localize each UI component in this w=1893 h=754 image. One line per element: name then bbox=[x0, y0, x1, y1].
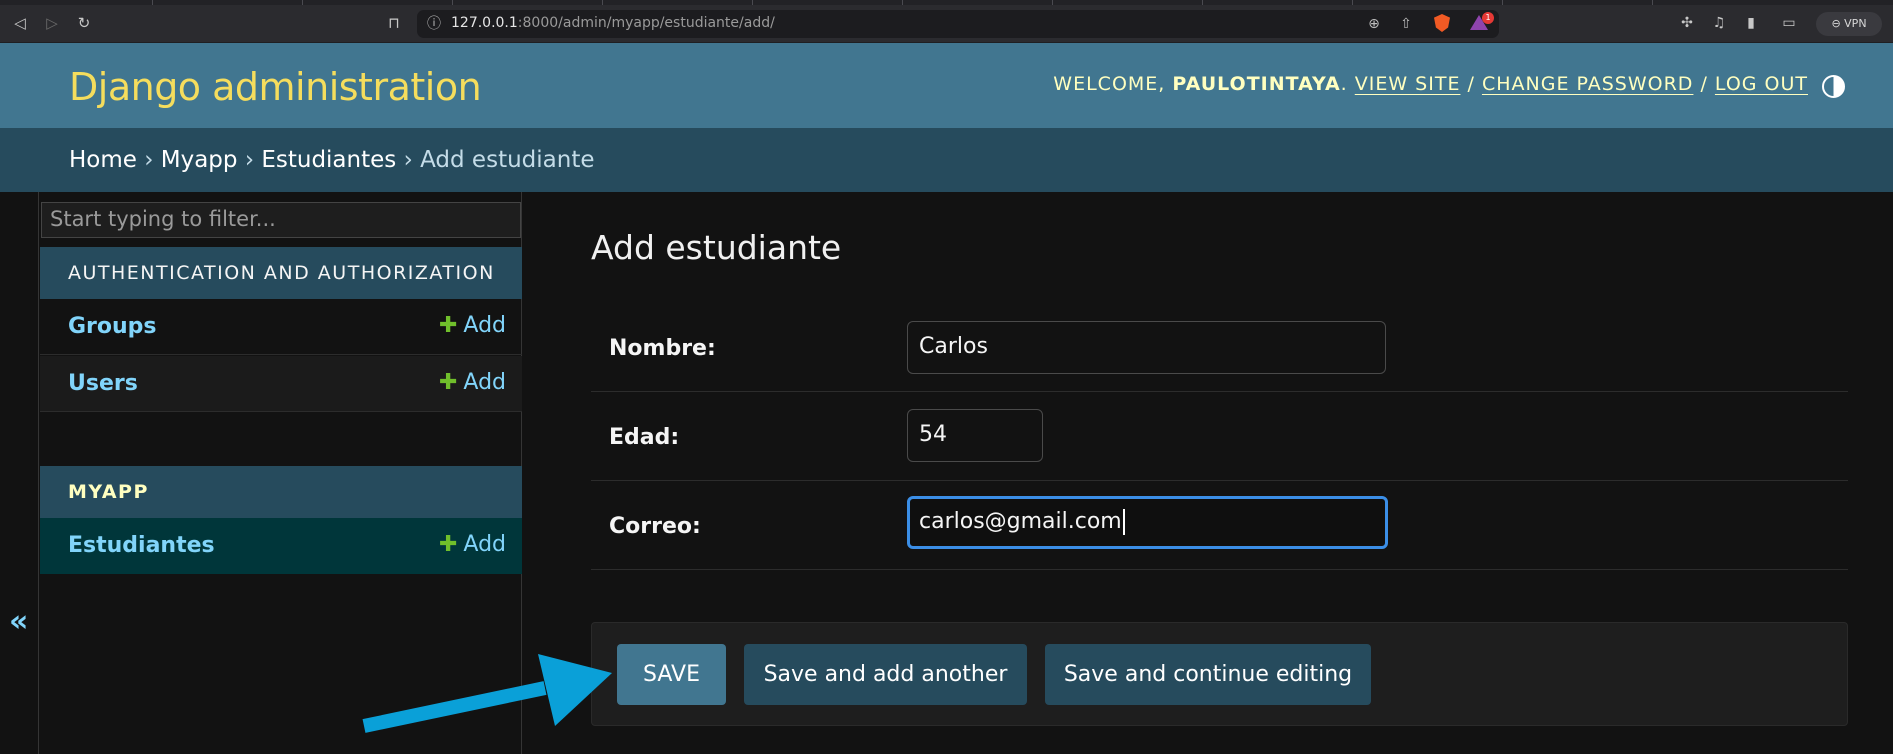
site-title[interactable]: Django administration bbox=[69, 65, 482, 109]
reload-icon[interactable]: ↻ bbox=[75, 14, 93, 32]
site-info-icon[interactable]: ⓘ bbox=[425, 15, 443, 33]
add-icon: ✚ bbox=[438, 532, 458, 557]
forward-icon[interactable]: ▷ bbox=[43, 14, 61, 32]
zoom-icon[interactable]: ⊕ bbox=[1365, 15, 1383, 33]
back-icon[interactable]: ◁ bbox=[11, 14, 29, 32]
groups-link[interactable]: Groups bbox=[68, 314, 157, 339]
browser-window: ◁ ▷ ↻ ⊓ ⓘ 127.0.0.1:8000/admin/myapp/est… bbox=[0, 0, 1893, 754]
correo-input[interactable]: carlos@gmail.com bbox=[907, 496, 1388, 549]
save-add-another-button[interactable]: Save and add another bbox=[744, 644, 1027, 705]
form-row-correo: Correo: carlos@gmail.com bbox=[591, 481, 1848, 570]
share-icon[interactable]: ⇧ bbox=[1397, 15, 1415, 33]
page-title: Add estudiante bbox=[591, 228, 842, 267]
media-icon[interactable]: ♫ bbox=[1710, 14, 1728, 32]
admin-header: Django administration WELCOME, PAULOTINT… bbox=[0, 43, 1893, 128]
nombre-input[interactable]: Carlos bbox=[907, 321, 1386, 374]
users-link[interactable]: Users bbox=[68, 371, 138, 396]
add-icon: ✚ bbox=[438, 313, 458, 338]
module-caption-myapp[interactable]: MYAPP bbox=[40, 466, 522, 518]
vpn-button[interactable]: ⊖ VPN bbox=[1816, 12, 1882, 36]
sidebar-item-users: Users ✚ Add bbox=[40, 356, 522, 412]
users-add-link[interactable]: ✚ Add bbox=[439, 370, 506, 395]
breadcrumb-model[interactable]: Estudiantes bbox=[261, 147, 396, 173]
view-site-link[interactable]: VIEW SITE bbox=[1355, 73, 1461, 95]
save-button[interactable]: SAVE bbox=[617, 644, 726, 705]
url-text: 127.0.0.1:8000/admin/myapp/estudiante/ad… bbox=[451, 15, 775, 31]
sidebar-item-groups: Groups ✚ Add bbox=[40, 299, 522, 355]
groups-add-link[interactable]: ✚ Add bbox=[439, 313, 506, 338]
form-row-nombre: Nombre: Carlos bbox=[591, 303, 1848, 392]
breadcrumb-current: Add estudiante bbox=[420, 147, 595, 173]
welcome-text: WELCOME, bbox=[1053, 73, 1166, 95]
annotation-arrow-icon bbox=[362, 654, 612, 733]
text-caret bbox=[1122, 509, 1125, 535]
extensions-icon[interactable]: ✣ bbox=[1678, 14, 1696, 32]
log-out-link[interactable]: LOG OUT bbox=[1715, 73, 1808, 95]
tab-strip bbox=[0, 0, 1893, 5]
edad-label: Edad: bbox=[609, 425, 680, 450]
address-bar[interactable]: ⓘ 127.0.0.1:8000/admin/myapp/estudiante/… bbox=[417, 10, 1499, 38]
username: PAULOTINTAYA bbox=[1172, 73, 1341, 95]
change-password-link[interactable]: CHANGE PASSWORD bbox=[1482, 73, 1693, 95]
sidebar-item-estudiantes: Estudiantes ✚ Add bbox=[40, 518, 522, 574]
form-row-edad: Edad: 54 bbox=[591, 392, 1848, 481]
sidebar-filter-input[interactable]: Start typing to filter... bbox=[41, 202, 521, 238]
user-tools: WELCOME, PAULOTINTAYA. VIEW SITE / CHANG… bbox=[1053, 73, 1808, 95]
breadcrumb-home[interactable]: Home bbox=[69, 147, 137, 173]
breadcrumb: Home › Myapp › Estudiantes › Add estudia… bbox=[0, 128, 1893, 192]
sidebar-toggle-icon[interactable]: ▮ bbox=[1742, 14, 1760, 32]
module-caption-auth[interactable]: AUTHENTICATION AND AUTHORIZATION bbox=[40, 247, 522, 299]
estudiantes-link[interactable]: Estudiantes bbox=[68, 533, 215, 558]
edad-input[interactable]: 54 bbox=[907, 409, 1043, 462]
toggle-sidebar-button[interactable]: « bbox=[9, 604, 28, 639]
browser-toolbar: ◁ ▷ ↻ ⊓ ⓘ 127.0.0.1:8000/admin/myapp/est… bbox=[0, 0, 1893, 43]
notification-badge: 1 bbox=[1482, 12, 1494, 24]
add-icon: ✚ bbox=[438, 370, 458, 395]
nombre-label: Nombre: bbox=[609, 336, 716, 361]
bookmark-icon[interactable]: ⊓ bbox=[385, 14, 403, 32]
submit-row: SAVE Save and add another Save and conti… bbox=[591, 622, 1848, 726]
breadcrumb-app[interactable]: Myapp bbox=[161, 147, 238, 173]
wallet-icon[interactable]: ▭ bbox=[1780, 14, 1798, 32]
save-continue-button[interactable]: Save and continue editing bbox=[1045, 644, 1371, 705]
theme-toggle-icon[interactable] bbox=[1822, 75, 1845, 98]
estudiantes-add-link[interactable]: ✚ Add bbox=[439, 532, 506, 557]
correo-label: Correo: bbox=[609, 514, 701, 539]
